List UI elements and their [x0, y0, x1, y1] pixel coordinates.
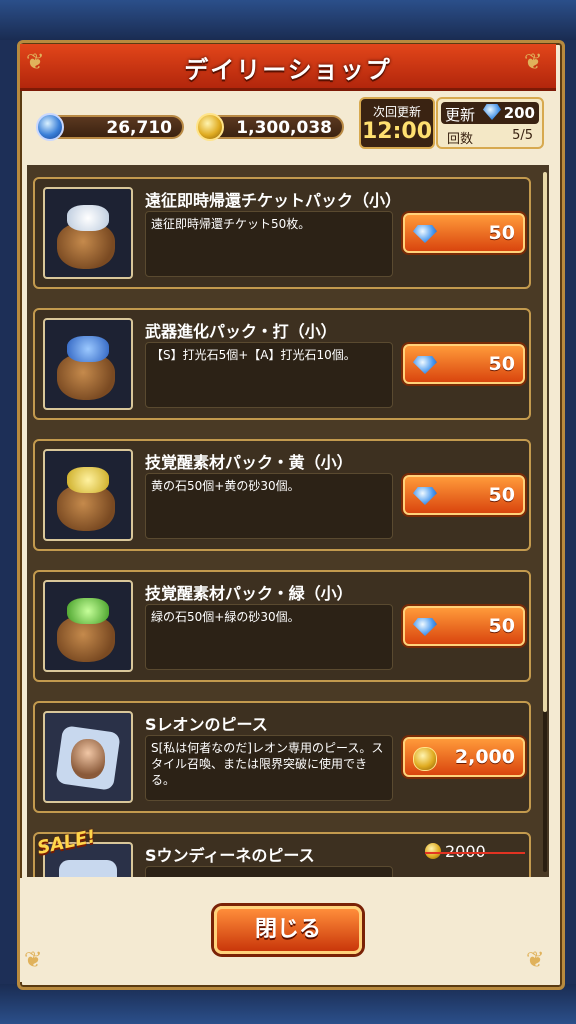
next-refresh-time: 12:00 [361, 119, 433, 144]
gem-icon [413, 356, 437, 374]
ornament-right-icon: ❦ [524, 50, 543, 75]
shop-item[interactable]: SALE! Sウンディーネのピース 2000 [33, 826, 531, 877]
next-refresh-timer: 次回更新 12:00 [359, 97, 435, 149]
refresh-count-value: 5/5 [512, 128, 533, 143]
buy-button[interactable]: 2,000 [403, 737, 525, 777]
yellow-stone-bag-icon [43, 449, 133, 541]
item-price: 50 [488, 484, 515, 506]
item-description: 遠征即時帰還チケット50枚。 [145, 211, 393, 277]
item-price: 50 [488, 615, 515, 637]
item-description: 黄の石50個+黄の砂30個。 [145, 473, 393, 539]
leon-piece-icon [43, 711, 133, 803]
refresh-count-label: 回数 [447, 132, 474, 147]
item-name: Sウンディーネのピース [145, 846, 315, 865]
buy-button[interactable]: 50 [403, 344, 525, 384]
shop-item[interactable]: Sレオンのピース S[私は何者なのだ]レオン専用のピース。スタイル召喚、または限… [33, 701, 531, 813]
gem-icon [413, 225, 437, 243]
item-price: 50 [488, 222, 515, 244]
item-name: 技覚醒素材パック・緑（小） [145, 584, 353, 603]
blue-stone-bag-icon [43, 318, 133, 410]
gem-icon [413, 618, 437, 636]
shop-item[interactable]: 遠征即時帰還チケットパック（小） 遠征即時帰還チケット50枚。 50 [33, 177, 531, 289]
item-description [145, 866, 393, 877]
shop-item[interactable]: 技覚醒素材パック・黄（小） 黄の石50個+黄の砂30個。 50 [33, 439, 531, 551]
gold-coin-icon [196, 113, 224, 141]
gem-balance: 26,710 [36, 113, 184, 141]
item-description: S[私は何者なのだ]レオン専用のピース。スタイル召喚、または限界突破に使用できる… [145, 735, 393, 801]
gem-icon [483, 104, 501, 120]
item-name: 遠征即時帰還チケットパック（小） [145, 191, 402, 210]
item-description: 【S】打光石5個+【A】打光石10個。 [145, 342, 393, 408]
price-strikethrough [425, 852, 525, 854]
item-price: 2,000 [454, 746, 515, 768]
gold-coin-icon [413, 747, 437, 771]
gem-balance-value: 26,710 [106, 118, 172, 138]
ticket-bag-icon [43, 187, 133, 279]
background-bottom [0, 984, 576, 1024]
refresh-label: 更新 [445, 106, 476, 124]
gem-icon [36, 113, 64, 141]
buy-button[interactable]: 50 [403, 475, 525, 515]
scrollbar-thumb[interactable] [543, 172, 547, 712]
refresh-cost-value: 200 [503, 104, 535, 122]
gold-balance-value: 1,300,038 [236, 118, 332, 138]
shop-item[interactable]: 武器進化パック・打（小） 【S】打光石5個+【A】打光石10個。 50 [33, 308, 531, 420]
refresh-count: 回数 5/5 [441, 127, 539, 147]
title-bar: デイリーショップ [20, 44, 556, 91]
original-price: 2000 [425, 842, 525, 861]
item-name: 技覚醒素材パック・黄（小） [145, 453, 353, 472]
ornament-left-icon: ❦ [26, 50, 45, 75]
ornament-bottom-right-icon: ❦ [526, 948, 545, 973]
green-stone-bag-icon [43, 580, 133, 672]
item-name: 武器進化パック・打（小） [145, 322, 337, 341]
next-refresh-label: 次回更新 [372, 105, 421, 119]
shop-item-list[interactable]: 遠征即時帰還チケットパック（小） 遠征即時帰還チケット50枚。 50 武器進化パ… [27, 165, 549, 877]
buy-button[interactable]: 50 [403, 606, 525, 646]
gold-balance: 1,300,038 [196, 113, 344, 141]
close-button[interactable]: 閉じる [214, 906, 362, 954]
background-top [0, 0, 576, 40]
item-price: 50 [488, 353, 515, 375]
item-description: 緑の石50個+緑の砂30個。 [145, 604, 393, 670]
buy-button[interactable]: 50 [403, 213, 525, 253]
item-name: Sレオンのピース [145, 715, 268, 734]
refresh-cost: 更新 200 [441, 102, 539, 124]
gem-icon [413, 487, 437, 505]
refresh-button[interactable]: 更新 200 回数 5/5 [436, 97, 544, 149]
gold-coin-icon [425, 843, 441, 859]
page-title: デイリーショップ [184, 56, 392, 84]
shop-item[interactable]: 技覚醒素材パック・緑（小） 緑の石50個+緑の砂30個。 50 [33, 570, 531, 682]
ornament-bottom-left-icon: ❦ [24, 948, 43, 973]
